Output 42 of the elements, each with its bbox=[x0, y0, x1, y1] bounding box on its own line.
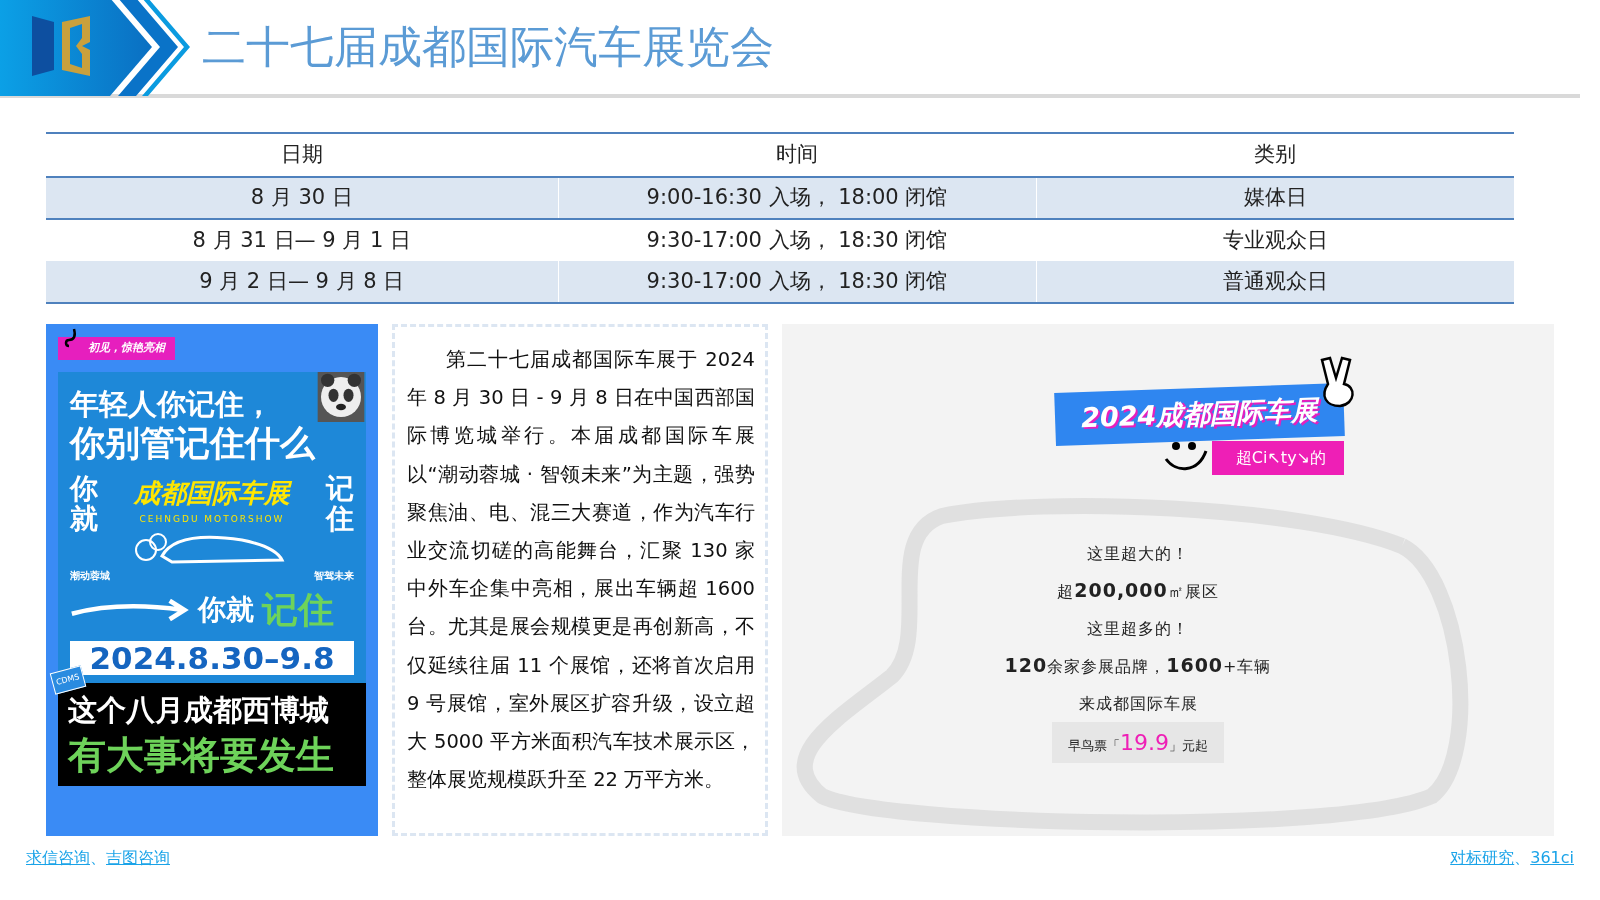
separator: 、 bbox=[1514, 848, 1531, 867]
poster-highlight-text: 记住 bbox=[262, 588, 334, 632]
poster-tag: 初见，惊艳亮相 bbox=[58, 337, 175, 360]
column-header: 时间 bbox=[558, 133, 1036, 177]
poster-text: 你就 bbox=[198, 592, 254, 628]
column-header: 日期 bbox=[46, 133, 558, 177]
poster-side-text: 你就 bbox=[70, 473, 98, 538]
arrow-icon bbox=[70, 596, 190, 624]
table-cell: 9 月 2 日— 9 月 8 日 bbox=[46, 261, 558, 303]
footer-link[interactable]: 361ci bbox=[1530, 848, 1574, 867]
footer-link[interactable]: 求信咨询 bbox=[26, 848, 90, 867]
separator: 、 bbox=[90, 848, 106, 867]
promo-line: 来成都国际车展 bbox=[1078, 692, 1198, 715]
footer-link[interactable]: 对标研究 bbox=[1450, 848, 1515, 867]
promo-line: 超200,000㎡展区 bbox=[1057, 577, 1219, 603]
intro-paragraph: 第二十七届成都国际车展于 2024 年 8 月 30 日 - 9 月 8 日在中国西部国际博览城举行。本届成都国际车展以“潮动蓉城 · 智领未来”为主题，强势聚焦油、电、混三大赛道，作为汽车行业交流切磋的高能舞台，汇聚 130 家中外车企集中亮相，展出车辆超 1600 台。尤其是展会规模更是再创新高，不仅延续往届 11 个展馆，还将首次启用 9 号展馆，室外展区扩容升级，设立超大 5000 平方米面积汽车技术展示区，整体展览规模跃升至 22 万平方米。 bbox=[392, 324, 768, 836]
table-cell: 媒体日 bbox=[1036, 177, 1514, 219]
promo-line: 120余家参展品牌，1600+车辆 bbox=[1004, 652, 1272, 678]
poster-headline: 年轻人你记住， bbox=[70, 385, 274, 422]
footer-link[interactable]: 吉图咨询 bbox=[106, 848, 170, 867]
poster-slogan: 潮动蓉城 bbox=[70, 569, 110, 583]
table-cell: 9:00-16:30 入场， 18:00 闭馆 bbox=[558, 177, 1036, 219]
motorshow-logo-subtitle: CEHNGDU MOTORSHOW bbox=[138, 512, 286, 526]
promo-line: 这里超多的！ bbox=[1087, 617, 1189, 640]
poster-slogan: 智驾未来 bbox=[314, 569, 354, 583]
ticket-price-tag: 早鸟票「19.9」元起 bbox=[1052, 721, 1224, 763]
poster-bottom-text: 这个八月成都西博城 bbox=[68, 692, 330, 730]
page-title: 二十七届成都国际汽车展览会 bbox=[202, 20, 774, 74]
table-cell: 9:30-17:00 入场， 18:30 闭馆 bbox=[558, 261, 1036, 303]
table-cell: 8 月 31 日— 9 月 1 日 bbox=[46, 219, 558, 261]
promo-line: 这里超大的！ bbox=[1087, 542, 1189, 565]
poster-bottom-text: 有大事将要发生 bbox=[68, 732, 335, 779]
motorshow-logo-title: 成都国际车展 bbox=[132, 476, 293, 510]
panda-icon bbox=[316, 371, 366, 422]
table-cell: 普通观众日 bbox=[1036, 261, 1514, 303]
table-cell: 8 月 30 日 bbox=[46, 177, 558, 219]
promo-subtitle: 超Ci↖ty↘的 bbox=[1211, 440, 1344, 475]
column-header: 类别 bbox=[1036, 133, 1514, 177]
hook-icon bbox=[64, 328, 78, 350]
poster-side-text: 记住 bbox=[326, 473, 354, 538]
promo-title: 2024成都国际车展 bbox=[1054, 382, 1345, 446]
poster-headline: 你别管记住什么 bbox=[70, 421, 317, 465]
